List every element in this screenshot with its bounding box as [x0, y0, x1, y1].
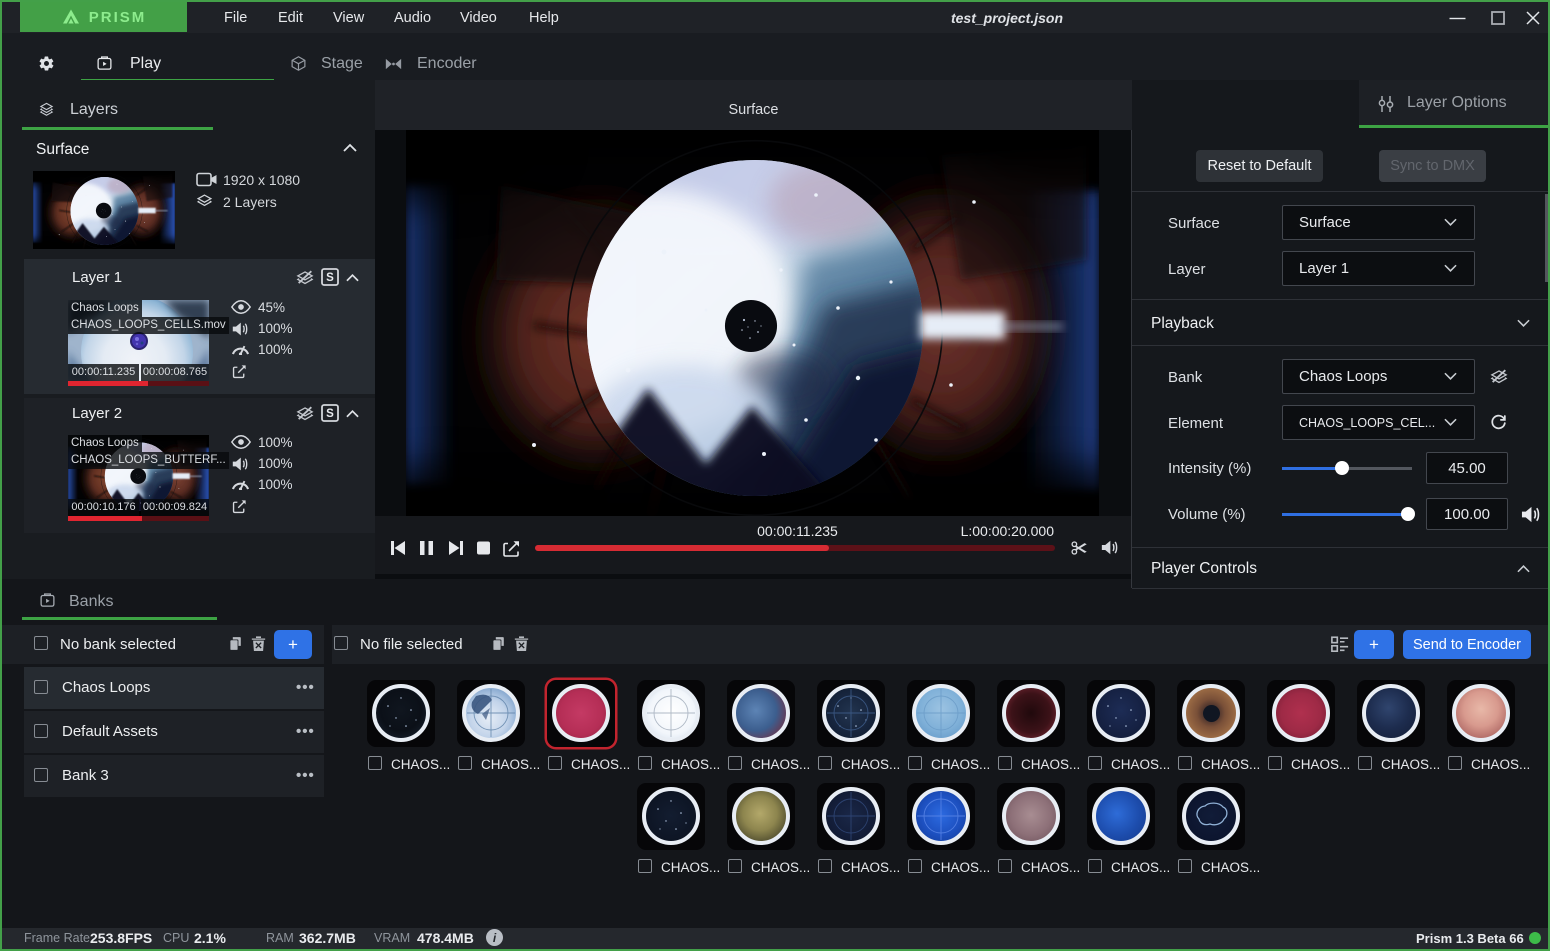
svg-text:S: S [326, 408, 334, 420]
svg-text:S: S [326, 272, 334, 284]
